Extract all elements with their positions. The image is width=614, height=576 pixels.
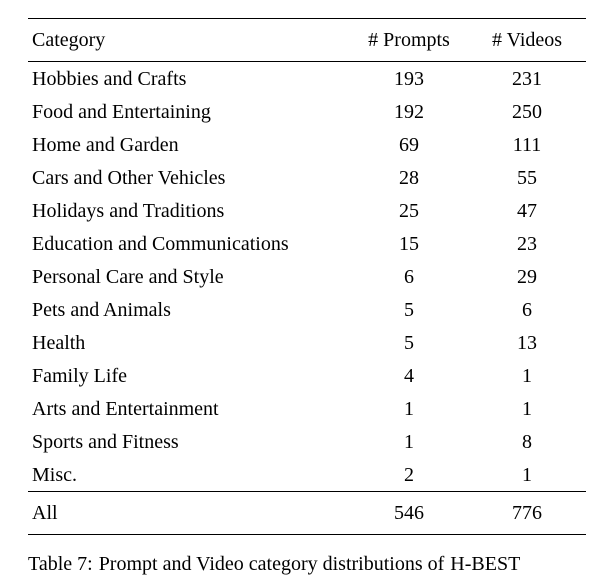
table-total-row: All 546 776 (28, 492, 586, 535)
cell-category: Health (28, 326, 350, 359)
table-row: Health 5 13 (28, 326, 586, 359)
cell-videos: 111 (468, 128, 586, 161)
caption-lead: Table 7: (28, 553, 93, 576)
cell-videos: 55 (468, 161, 586, 194)
cell-prompts: 193 (350, 62, 468, 96)
cell-videos: 29 (468, 260, 586, 293)
cell-prompts: 69 (350, 128, 468, 161)
table-row: Personal Care and Style 6 29 (28, 260, 586, 293)
table-caption: Table 7: Prompt and Video category distr… (28, 553, 586, 576)
cell-videos: 6 (468, 293, 586, 326)
cell-category: Food and Entertaining (28, 95, 350, 128)
cell-prompts: 5 (350, 293, 468, 326)
col-header-category: Category (28, 19, 350, 62)
table-row: Misc. 2 1 (28, 458, 586, 492)
cell-prompts: 1 (350, 392, 468, 425)
cell-prompts: 2 (350, 458, 468, 492)
cell-videos: 13 (468, 326, 586, 359)
cell-category: Sports and Fitness (28, 425, 350, 458)
page: Category # Prompts # Videos Hobbies and … (0, 0, 614, 576)
table-row: Holidays and Traditions 25 47 (28, 194, 586, 227)
cell-prompts: 1 (350, 425, 468, 458)
cell-total-label: All (28, 492, 350, 535)
cell-category: Family Life (28, 359, 350, 392)
table-row: Pets and Animals 5 6 (28, 293, 586, 326)
cell-videos: 250 (468, 95, 586, 128)
cell-category: Hobbies and Crafts (28, 62, 350, 96)
cell-prompts: 25 (350, 194, 468, 227)
cell-prompts: 192 (350, 95, 468, 128)
table-row: Family Life 4 1 (28, 359, 586, 392)
cell-category: Pets and Animals (28, 293, 350, 326)
cell-prompts: 15 (350, 227, 468, 260)
caption-text: Prompt and Video category distributions … (99, 553, 445, 576)
cell-category: Home and Garden (28, 128, 350, 161)
cell-category: Education and Communications (28, 227, 350, 260)
col-header-prompts: # Prompts (350, 19, 468, 62)
cell-category: Cars and Other Vehicles (28, 161, 350, 194)
cell-videos: 231 (468, 62, 586, 96)
cell-videos: 1 (468, 359, 586, 392)
table-row: Cars and Other Vehicles 28 55 (28, 161, 586, 194)
cell-videos: 23 (468, 227, 586, 260)
cell-videos: 1 (468, 458, 586, 492)
cell-videos: 47 (468, 194, 586, 227)
col-header-videos: # Videos (468, 19, 586, 62)
cell-category: Personal Care and Style (28, 260, 350, 293)
table-row: Home and Garden 69 111 (28, 128, 586, 161)
table-row: Arts and Entertainment 1 1 (28, 392, 586, 425)
cell-prompts: 4 (350, 359, 468, 392)
cell-prompts: 5 (350, 326, 468, 359)
cell-category: Arts and Entertainment (28, 392, 350, 425)
caption-tail: H-BEST (450, 553, 520, 576)
category-table: Category # Prompts # Videos Hobbies and … (28, 18, 586, 535)
table-row: Hobbies and Crafts 193 231 (28, 62, 586, 96)
table-row: Sports and Fitness 1 8 (28, 425, 586, 458)
cell-prompts: 28 (350, 161, 468, 194)
cell-total-videos: 776 (468, 492, 586, 535)
table-row: Education and Communications 15 23 (28, 227, 586, 260)
cell-videos: 8 (468, 425, 586, 458)
cell-videos: 1 (468, 392, 586, 425)
table-header-row: Category # Prompts # Videos (28, 19, 586, 62)
cell-category: Holidays and Traditions (28, 194, 350, 227)
cell-category: Misc. (28, 458, 350, 492)
cell-prompts: 6 (350, 260, 468, 293)
table-row: Food and Entertaining 192 250 (28, 95, 586, 128)
cell-total-prompts: 546 (350, 492, 468, 535)
